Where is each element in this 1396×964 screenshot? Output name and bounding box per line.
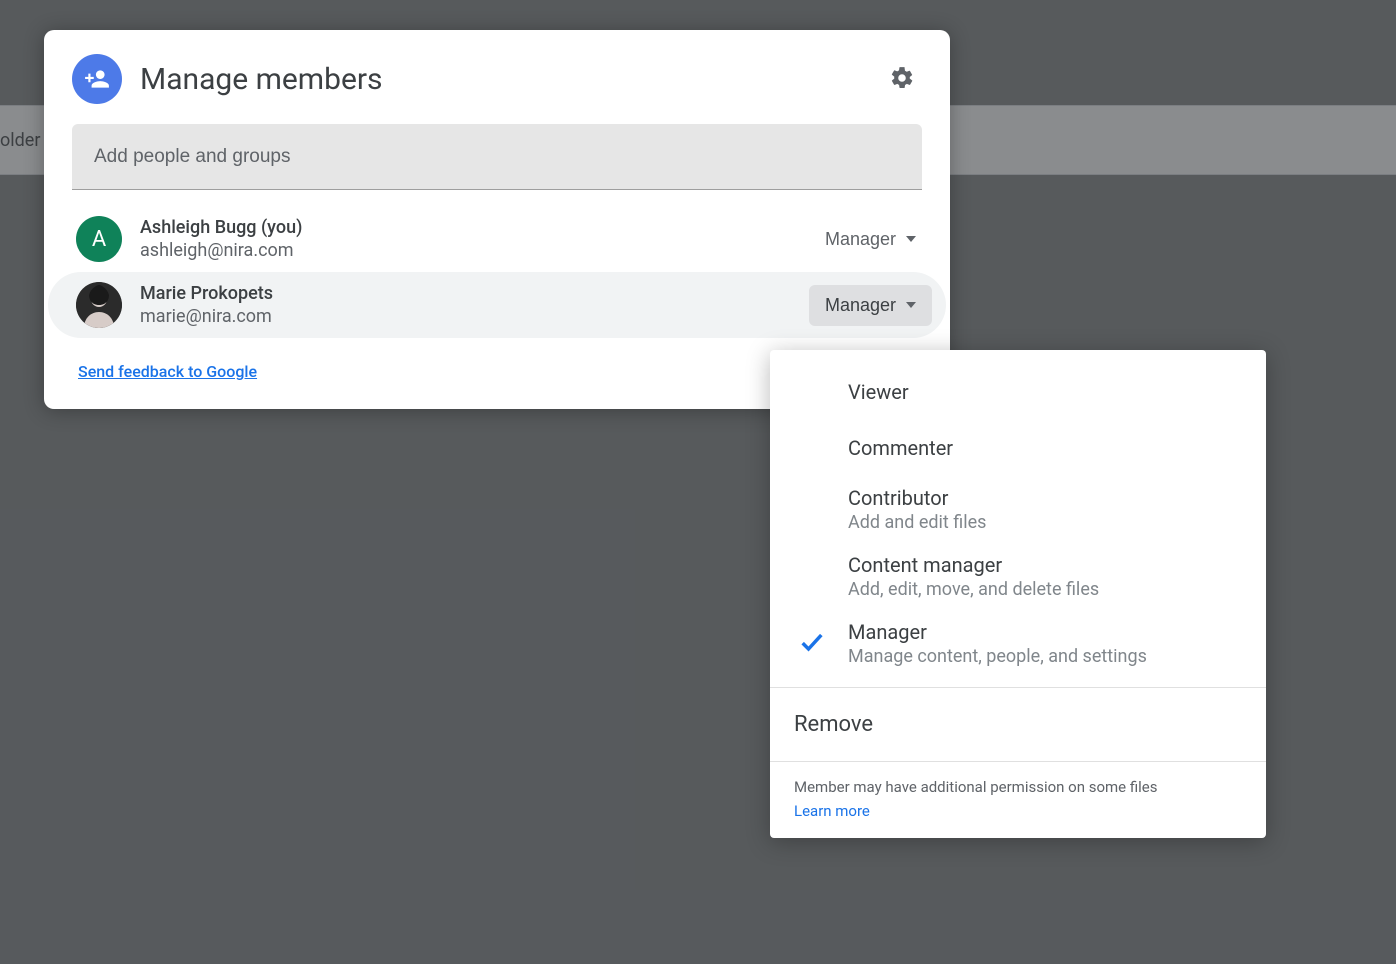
role-option-sub: Add and edit files bbox=[848, 512, 1242, 533]
role-option-sub: Add, edit, move, and delete files bbox=[848, 579, 1242, 600]
role-dropdown-button[interactable]: Manager bbox=[809, 285, 932, 326]
role-option-label: Commenter bbox=[848, 436, 1242, 460]
role-option-viewer[interactable]: Viewer bbox=[770, 364, 1266, 420]
add-people-field-wrap bbox=[72, 124, 922, 190]
member-info: Marie Prokopets marie@nira.com bbox=[140, 283, 809, 327]
person-add-icon bbox=[72, 54, 122, 104]
member-email: ashleigh@nira.com bbox=[140, 240, 809, 261]
footer-text: Member may have additional permission on… bbox=[794, 778, 1242, 796]
dialog-header: Manage members bbox=[44, 30, 950, 124]
member-name: Marie Prokopets bbox=[140, 283, 809, 304]
member-info: Ashleigh Bugg (you) ashleigh@nira.com bbox=[140, 217, 809, 261]
role-option-label: Manager bbox=[848, 620, 1242, 644]
settings-button[interactable] bbox=[882, 59, 922, 99]
role-dropdown-menu: Viewer Commenter Contributor Add and edi… bbox=[770, 350, 1266, 838]
learn-more-link[interactable]: Learn more bbox=[794, 802, 870, 820]
role-option-label: Viewer bbox=[848, 380, 1242, 404]
member-row-1: Marie Prokopets marie@nira.com Manager bbox=[48, 272, 946, 338]
role-option-sub: Manage content, people, and settings bbox=[848, 646, 1242, 667]
role-option-manager[interactable]: Manager Manage content, people, and sett… bbox=[770, 610, 1266, 677]
chevron-down-icon bbox=[906, 302, 916, 308]
feedback-link-wrap: Send feedback to Google bbox=[78, 362, 257, 381]
member-name: Ashleigh Bugg (you) bbox=[140, 217, 809, 238]
gear-icon bbox=[889, 65, 915, 94]
member-row-0: A Ashleigh Bugg (you) ashleigh@nira.com … bbox=[48, 206, 946, 272]
role-option-label: Contributor bbox=[848, 486, 1242, 510]
remove-option[interactable]: Remove bbox=[770, 688, 1266, 761]
member-email: marie@nira.com bbox=[140, 306, 809, 327]
add-people-input[interactable] bbox=[72, 124, 922, 190]
avatar: A bbox=[76, 216, 122, 262]
role-label: Manager bbox=[825, 295, 896, 316]
dropdown-footer: Member may have additional permission on… bbox=[770, 761, 1266, 838]
role-option-label: Content manager bbox=[848, 553, 1242, 577]
role-option-content-manager[interactable]: Content manager Add, edit, move, and del… bbox=[770, 543, 1266, 610]
avatar bbox=[76, 282, 122, 328]
dialog-title: Manage members bbox=[140, 62, 882, 97]
role-label: Manager bbox=[825, 229, 896, 250]
role-option-contributor[interactable]: Contributor Add and edit files bbox=[770, 476, 1266, 543]
send-feedback-link[interactable]: Send feedback to Google bbox=[78, 362, 257, 381]
check-icon bbox=[798, 628, 826, 660]
chevron-down-icon bbox=[906, 236, 916, 242]
role-option-commenter[interactable]: Commenter bbox=[770, 420, 1266, 476]
role-dropdown-button[interactable]: Manager bbox=[809, 219, 932, 260]
